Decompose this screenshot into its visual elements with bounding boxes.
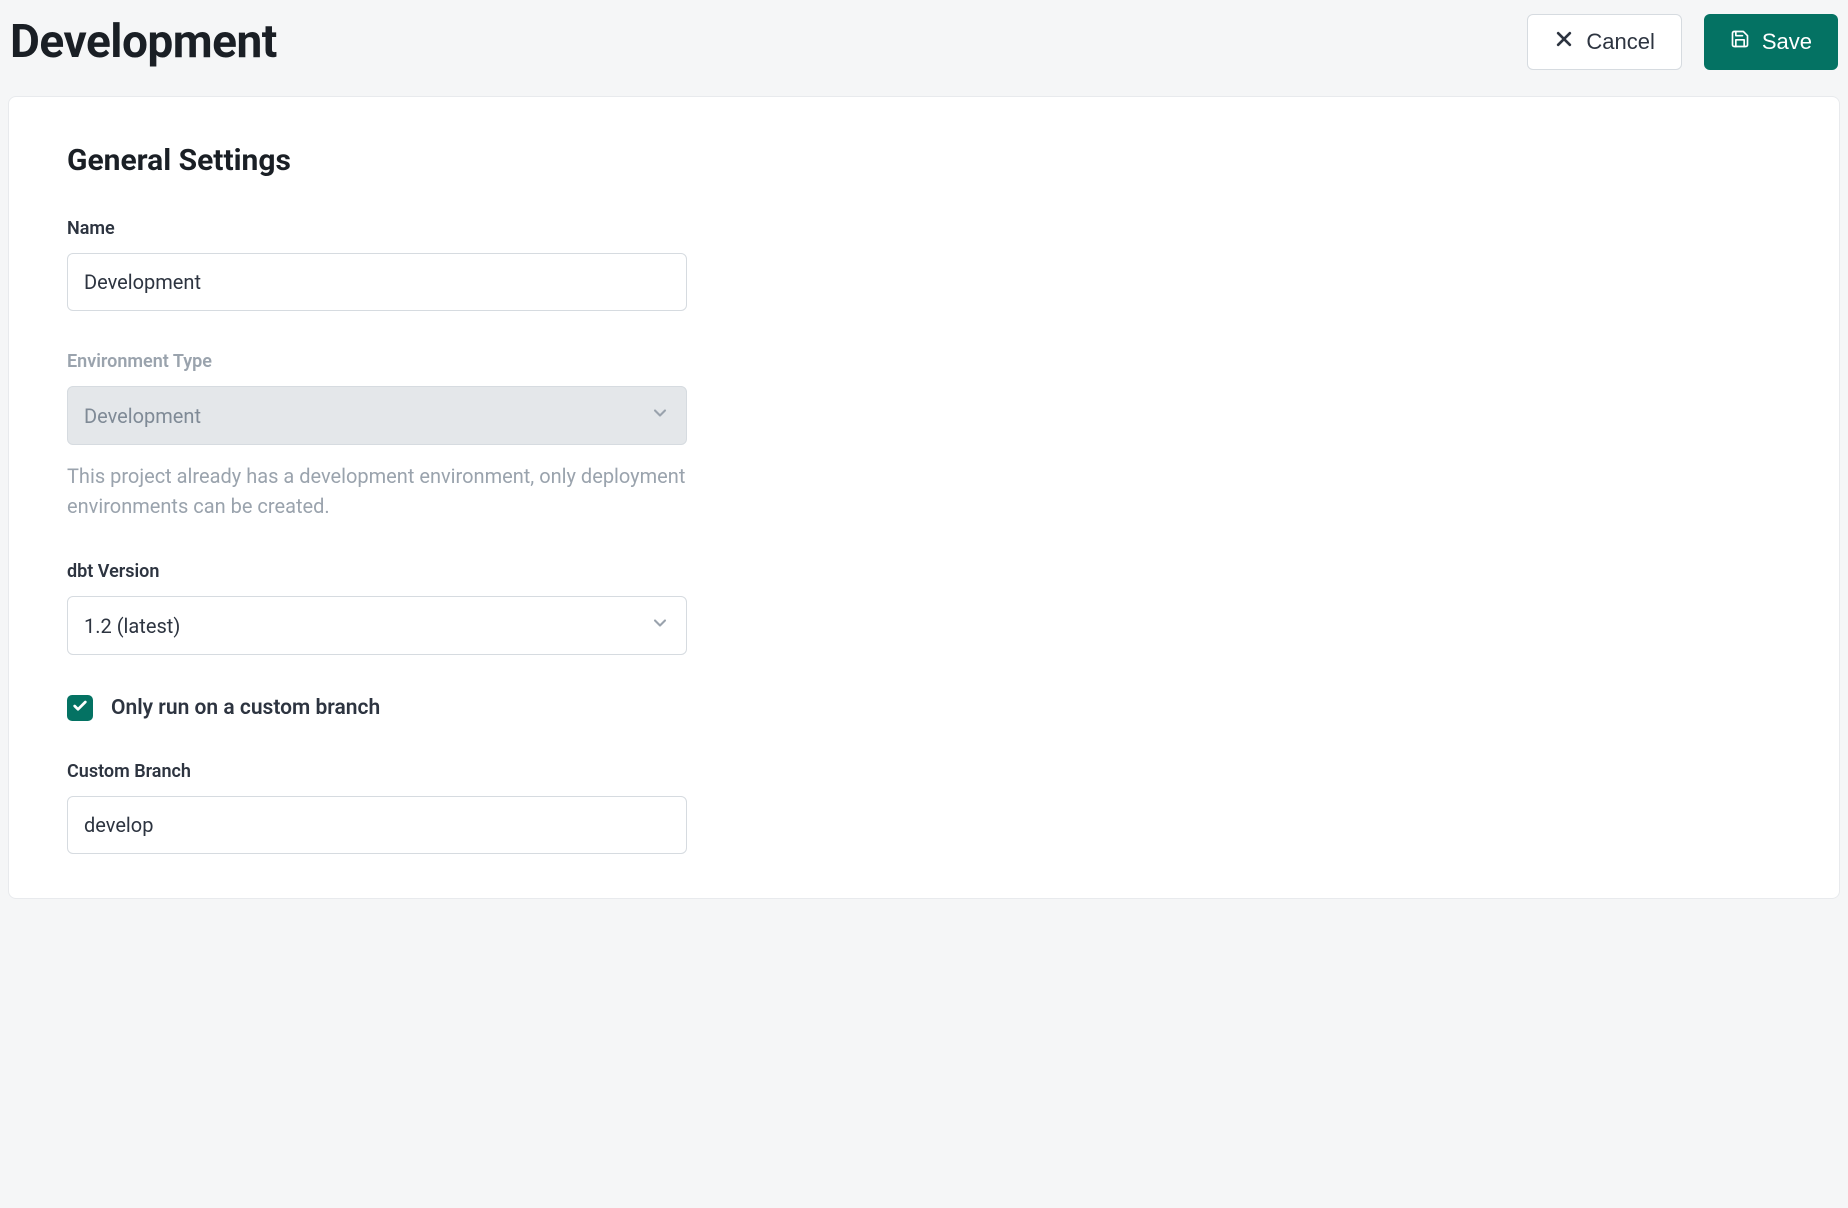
custom-branch-input[interactable]	[67, 796, 687, 854]
custom-branch-toggle-label[interactable]: Only run on a custom branch	[111, 696, 380, 720]
custom-branch-label: Custom Branch	[67, 761, 1781, 782]
name-field-group: Name	[67, 218, 1781, 311]
dbt-version-field-group: dbt Version 1.2 (latest)	[67, 561, 1781, 655]
environment-type-label: Environment Type	[67, 351, 1781, 372]
save-icon	[1730, 29, 1750, 55]
check-icon	[72, 698, 88, 718]
dbt-version-value: 1.2 (latest)	[84, 614, 180, 638]
settings-card: General Settings Name Environment Type D…	[8, 96, 1840, 899]
dbt-version-label: dbt Version	[67, 561, 1781, 582]
dbt-version-select[interactable]: 1.2 (latest)	[67, 596, 687, 655]
custom-branch-toggle-row: Only run on a custom branch	[67, 695, 1781, 721]
name-input[interactable]	[67, 253, 687, 311]
save-button-label: Save	[1762, 29, 1812, 55]
environment-type-field-group: Environment Type Development This projec…	[67, 351, 1781, 521]
cancel-button[interactable]: Cancel	[1527, 14, 1681, 70]
environment-type-help: This project already has a development e…	[67, 461, 687, 521]
chevron-down-icon	[650, 613, 670, 638]
save-button[interactable]: Save	[1704, 14, 1838, 70]
section-title: General Settings	[67, 143, 1781, 178]
environment-type-select: Development	[67, 386, 687, 445]
name-label: Name	[67, 218, 1781, 239]
page-title: Development	[10, 15, 277, 69]
action-buttons: Cancel Save	[1527, 14, 1838, 70]
custom-branch-field-group: Custom Branch	[67, 761, 1781, 854]
close-icon	[1554, 29, 1574, 55]
cancel-button-label: Cancel	[1586, 29, 1654, 55]
chevron-down-icon	[650, 403, 670, 428]
environment-type-value: Development	[84, 404, 201, 428]
custom-branch-checkbox[interactable]	[67, 695, 93, 721]
